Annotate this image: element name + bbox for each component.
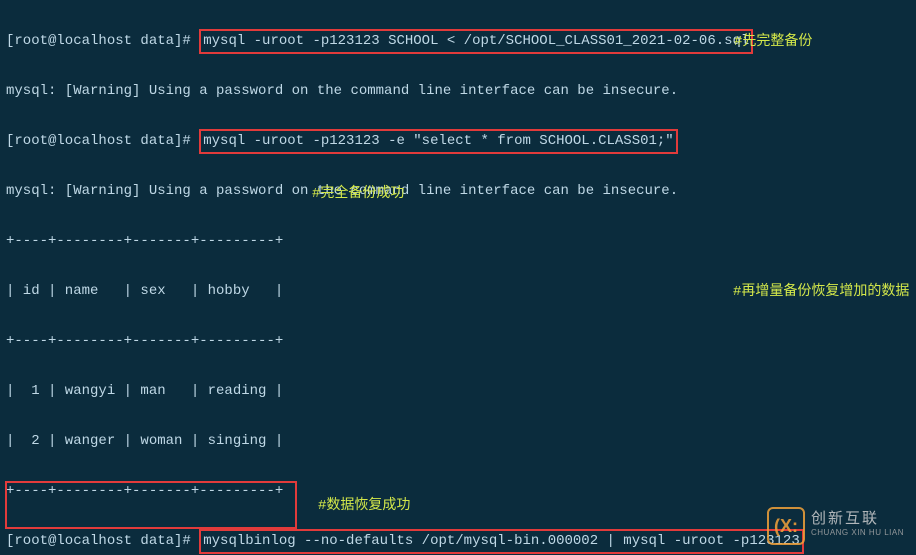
terminal-output: [root@localhost data]# mysql -uroot -p12… — [0, 0, 916, 555]
watermark-logo-icon: (X: — [767, 507, 805, 545]
prompt-3: [root@localhost data]# — [6, 533, 199, 549]
warning-1: mysql: [Warning] Using a password on the… — [6, 83, 678, 99]
table1-row1: | 1 | wangyi | man | reading | — [6, 379, 910, 404]
highlight-box-cmd-2: mysql -uroot -p123123 -e "select * from … — [199, 129, 677, 154]
highlight-box-cmd-1: mysql -uroot -p123123 SCHOOL < /opt/SCHO… — [199, 29, 753, 54]
annotation-restore-success: #数据恢复成功 — [318, 494, 410, 519]
watermark: (X: 创新互联 CHUANG XIN HU LIAN — [767, 507, 904, 545]
table1-border-top: +----+--------+-------+---------+ — [6, 229, 910, 254]
watermark-text: 创新互联 CHUANG XIN HU LIAN — [811, 512, 904, 540]
cmd-select-1: mysql -uroot -p123123 -e "select * from … — [203, 133, 673, 149]
annotation-full-backup-first: #先完整备份 — [734, 30, 812, 55]
line-warning-1: mysql: [Warning] Using a password on the… — [6, 79, 910, 104]
watermark-cn: 创新互联 — [811, 512, 904, 526]
prompt-1: [root@localhost data]# — [6, 33, 199, 49]
annotation-incremental-restore: #再增量备份恢复增加的数据 — [733, 280, 909, 305]
annotation-full-backup-success: #完全备份成功 — [312, 182, 404, 207]
line-warning-2: mysql: [Warning] Using a password on the… — [6, 179, 910, 204]
watermark-en: CHUANG XIN HU LIAN — [811, 526, 904, 540]
prompt-2: [root@localhost data]# — [6, 133, 199, 149]
cmd-binlog-restore: mysqlbinlog --no-defaults /opt/mysql-bin… — [203, 533, 800, 549]
table1-row2: | 2 | wanger | woman | singing | — [6, 429, 910, 454]
line-cmd-2: [root@localhost data]# mysql -uroot -p12… — [6, 129, 910, 154]
table1-border-bot: +----+--------+-------+---------+ — [6, 479, 910, 504]
table1-border-mid: +----+--------+-------+---------+ — [6, 329, 910, 354]
cmd-full-restore: mysql -uroot -p123123 SCHOOL < /opt/SCHO… — [203, 33, 749, 49]
highlight-box-cmd-3: mysqlbinlog --no-defaults /opt/mysql-bin… — [199, 529, 804, 554]
